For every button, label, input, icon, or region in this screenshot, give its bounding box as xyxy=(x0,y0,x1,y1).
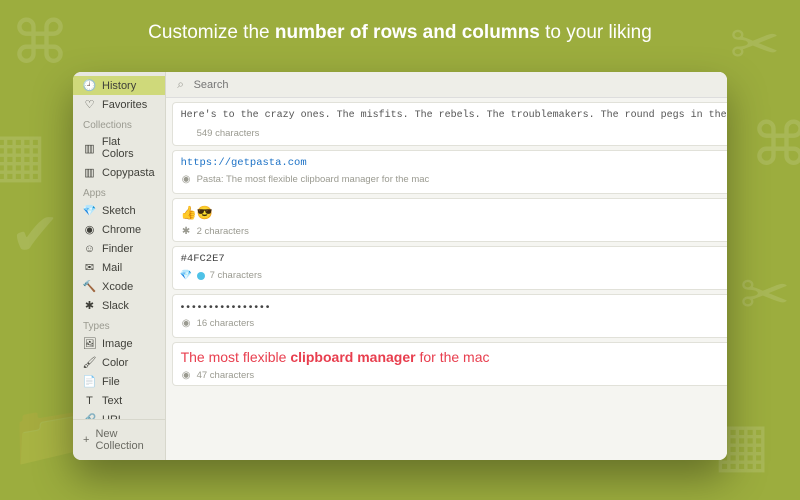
sidebar-item-color[interactable]: 🖌 Color xyxy=(73,353,165,372)
text-icon: T xyxy=(83,394,96,407)
sidebar-item-label: File xyxy=(102,376,120,388)
clip-meta-text: 549 characters xyxy=(197,128,260,139)
sidebar-item-slack[interactable]: ✱ Slack xyxy=(73,296,165,315)
plus-icon: + xyxy=(83,434,89,446)
sketch-icon: 💎 xyxy=(83,204,96,217)
xcode-icon: 🔨 xyxy=(83,280,96,293)
sidebar-list: 🕘 History ♡ Favorites Collections ▥ Flat… xyxy=(73,72,165,419)
sidebar-item-label: Flat Colors xyxy=(102,136,155,160)
chrome-icon: ◉ xyxy=(181,370,192,381)
slack-icon: ✱ xyxy=(83,299,96,312)
clip-card[interactable]: https://getpasta.com ◉ Pasta: The most f… xyxy=(172,150,727,194)
finder-icon: ☺ xyxy=(83,242,96,255)
mail-icon: ✉ xyxy=(83,261,96,274)
sidebar-item-flat-colors[interactable]: ▥ Flat Colors xyxy=(73,133,165,163)
marketing-headline: Customize the number of rows and columns… xyxy=(0,22,800,44)
sidebar-item-url[interactable]: 🔗 URL xyxy=(73,410,165,419)
clip-card[interactable]: Here's to the crazy ones. The misfits. T… xyxy=(172,102,727,146)
sidebar-item-copypasta[interactable]: ▥ Copypasta xyxy=(73,163,165,182)
clip-card[interactable]: The most flexible clipboard manager for … xyxy=(172,342,727,386)
color-icon: 🖌 xyxy=(83,356,96,369)
sidebar-item-label: Favorites xyxy=(102,99,147,111)
sidebar-section-collections: Collections xyxy=(73,114,165,133)
sidebar-item-xcode[interactable]: 🔨 Xcode xyxy=(73,277,165,296)
color-swatch xyxy=(197,272,205,280)
sidebar-item-text[interactable]: T Text xyxy=(73,391,165,410)
folder-icon: ▥ xyxy=(83,166,96,179)
sidebar-section-types: Types xyxy=(73,315,165,334)
sidebar-item-label: Text xyxy=(102,395,122,407)
sidebar-item-label: Finder xyxy=(102,243,133,255)
apple-icon xyxy=(181,128,192,139)
sidebar-item-label: Mail xyxy=(102,262,122,274)
sidebar-item-label: Copypasta xyxy=(102,167,155,179)
file-icon: 📄 xyxy=(83,375,96,388)
history-icon: 🕘 xyxy=(83,79,96,92)
sidebar-item-label: Xcode xyxy=(102,281,133,293)
clip-meta: ◉ 16 characters 1h xyxy=(181,318,727,329)
clip-meta-text: 2 characters xyxy=(197,226,249,237)
sidebar-section-apps: Apps xyxy=(73,182,165,201)
sidebar-item-mail[interactable]: ✉ Mail xyxy=(73,258,165,277)
search-icon: ⌕ xyxy=(174,77,188,92)
sidebar-item-file[interactable]: 📄 File xyxy=(73,372,165,391)
clip-meta-text: 47 characters xyxy=(197,370,255,381)
clip-body: #4FC2E7 xyxy=(181,253,727,265)
clipboard-list: Here's to the crazy ones. The misfits. T… xyxy=(166,98,727,460)
clip-meta-text: 16 characters xyxy=(197,318,255,329)
clip-card[interactable]: #4FC2E7 💎 7 characters 1h xyxy=(172,246,727,290)
clip-body: Here's to the crazy ones. The misfits. T… xyxy=(181,109,727,123)
new-collection-label: New Collection xyxy=(95,428,154,452)
toolbar: ⌕ ▤ ⇩ ⚙ xyxy=(166,72,727,98)
clip-meta: 549 characters 5s xyxy=(181,128,727,139)
clip-body: https://getpasta.com xyxy=(181,157,727,169)
search-input[interactable] xyxy=(194,79,727,91)
clip-meta-text: 7 characters xyxy=(210,270,262,281)
clip-meta: ◉ 47 characters 2h xyxy=(181,370,727,381)
sidebar-item-label: Slack xyxy=(102,300,129,312)
safari-icon: ◉ xyxy=(181,318,192,329)
clip-card[interactable]: •••••••••••••••• ◉ 16 characters 1h xyxy=(172,294,727,338)
sidebar: 🕘 History ♡ Favorites Collections ▥ Flat… xyxy=(73,72,166,460)
clip-meta: ✱ 2 characters 21m xyxy=(181,226,727,237)
clip-body: •••••••••••••••• xyxy=(181,301,727,313)
new-collection-button[interactable]: + New Collection xyxy=(73,419,165,460)
sidebar-item-label: History xyxy=(102,80,136,92)
clip-body: The most flexible clipboard manager for … xyxy=(181,349,727,365)
clip-meta: 💎 7 characters 1h xyxy=(181,270,727,281)
sidebar-item-image[interactable]: 🖼 Image xyxy=(73,334,165,353)
sidebar-item-label: Color xyxy=(102,357,128,369)
sidebar-item-label: Chrome xyxy=(102,224,141,236)
slack-icon: ✱ xyxy=(181,226,192,237)
sidebar-item-chrome[interactable]: ◉ Chrome xyxy=(73,220,165,239)
clip-body: 👍😎 xyxy=(181,205,727,221)
sidebar-item-favorites[interactable]: ♡ Favorites xyxy=(73,95,165,114)
sidebar-item-finder[interactable]: ☺ Finder xyxy=(73,239,165,258)
image-icon: 🖼 xyxy=(83,337,96,350)
app-window: 🕘 History ♡ Favorites Collections ▥ Flat… xyxy=(73,72,727,460)
main-panel: ⌕ ▤ ⇩ ⚙ Here's to the crazy ones. The mi… xyxy=(166,72,727,460)
sidebar-item-label: Sketch xyxy=(102,205,136,217)
clip-meta: ◉ Pasta: The most flexible clipboard man… xyxy=(181,174,727,185)
sidebar-item-sketch[interactable]: 💎 Sketch xyxy=(73,201,165,220)
sketch-icon: 💎 xyxy=(181,270,192,281)
chrome-icon: ◉ xyxy=(83,223,96,236)
sidebar-item-label: Image xyxy=(102,338,133,350)
heart-icon: ♡ xyxy=(83,98,96,111)
chrome-icon: ◉ xyxy=(181,174,192,185)
clip-subtitle: Pasta: The most flexible clipboard manag… xyxy=(197,174,430,185)
clip-card[interactable]: 👍😎 ✱ 2 characters 21m xyxy=(172,198,727,242)
folder-icon: ▥ xyxy=(83,142,96,155)
sidebar-item-history[interactable]: 🕘 History xyxy=(73,76,165,95)
